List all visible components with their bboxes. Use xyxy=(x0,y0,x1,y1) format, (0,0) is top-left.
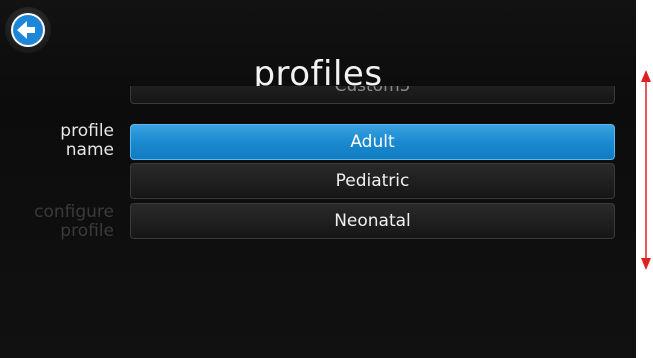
scroll-arrows-icon xyxy=(641,70,651,270)
profile-item-pediatric[interactable]: Pediatric xyxy=(130,163,615,199)
configure-profile-label: configure profile xyxy=(34,202,114,241)
back-button[interactable] xyxy=(5,7,51,53)
arrow-left-icon xyxy=(11,13,45,47)
profile-item-custom5[interactable]: Custom5 xyxy=(130,86,615,104)
profile-item-neonatal[interactable]: Neonatal xyxy=(130,203,615,239)
profile-list[interactable]: Custom5 Adult Pediatric Neonatal xyxy=(130,86,615,241)
profile-name-label: profile name xyxy=(60,121,114,160)
profile-item-adult[interactable]: Adult xyxy=(130,124,615,160)
profiles-screen: profiles profile name configure profile … xyxy=(0,0,636,358)
